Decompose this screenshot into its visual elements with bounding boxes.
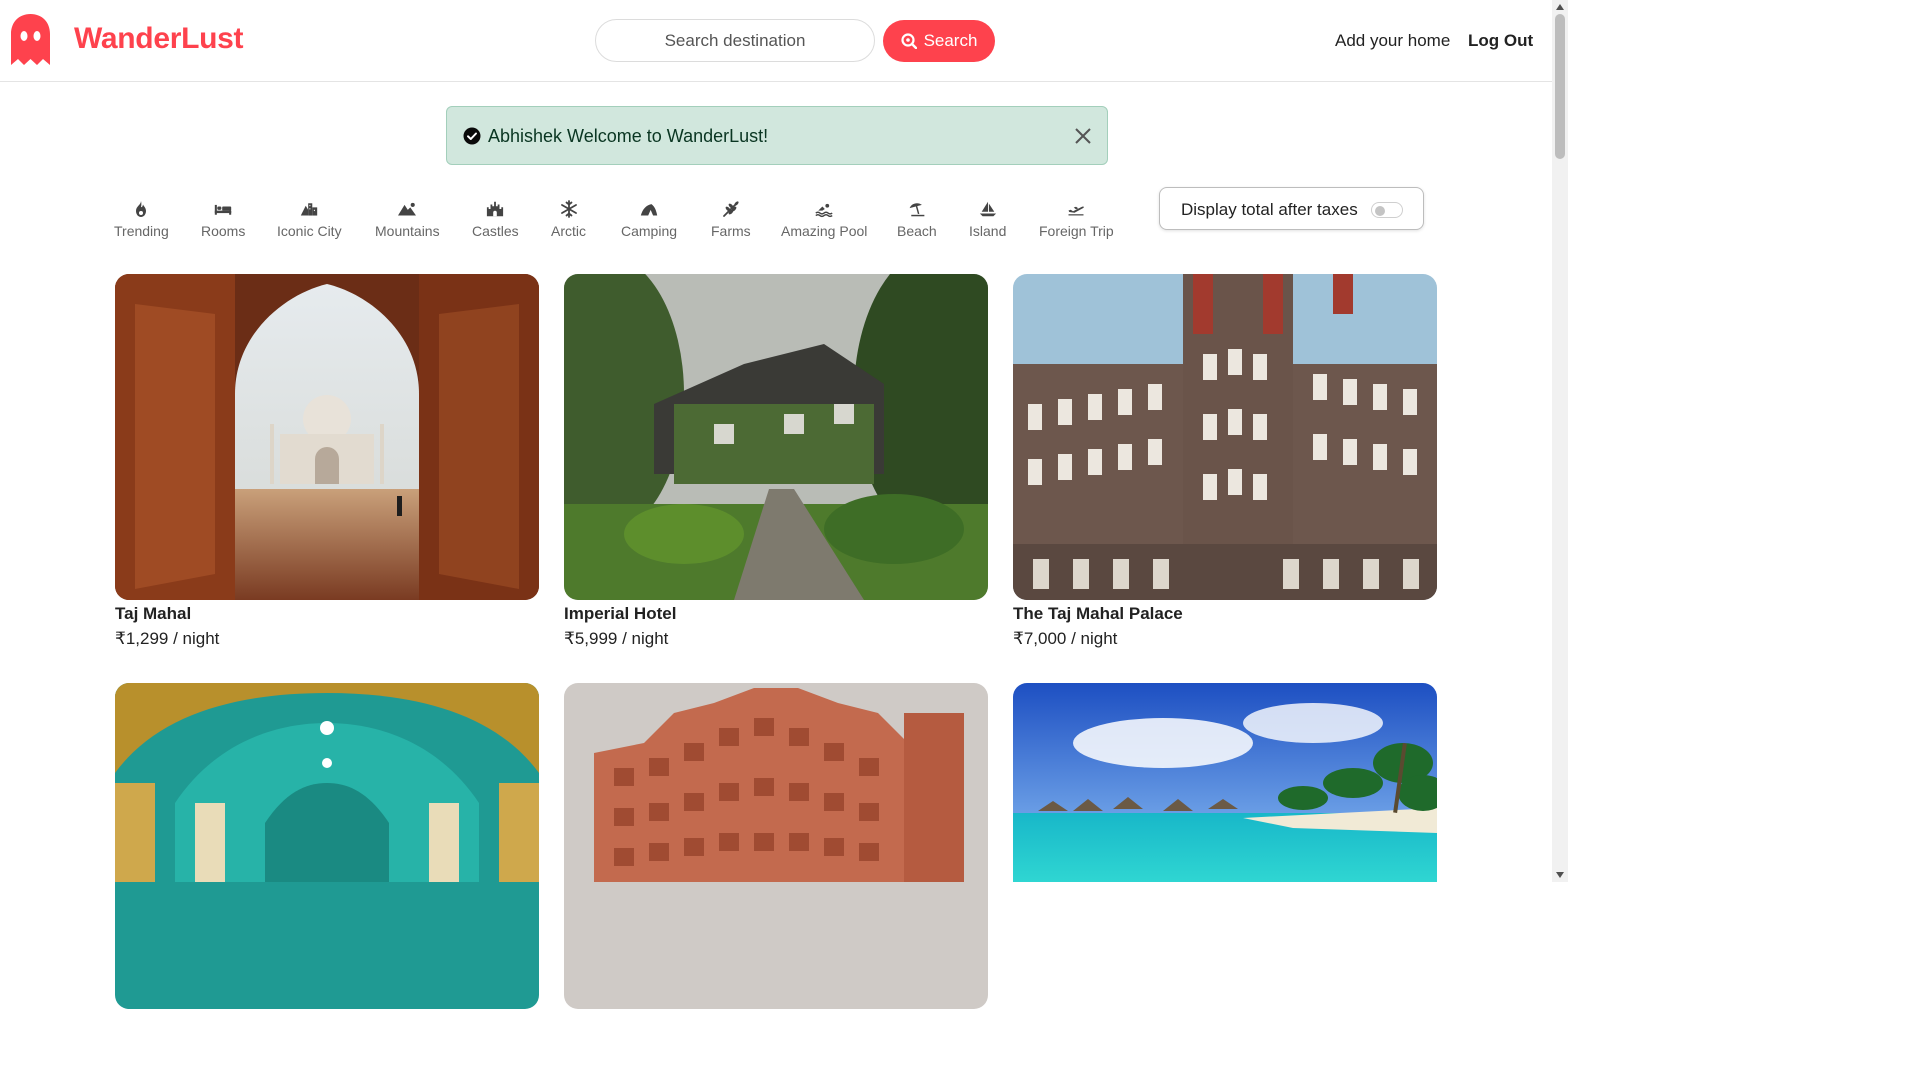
- brand-name[interactable]: WanderLust: [74, 22, 244, 56]
- switch-knob: [1375, 206, 1385, 216]
- taj-mahal-arch-image: [115, 274, 539, 600]
- listing-image[interactable]: [564, 683, 988, 1009]
- filter-beach[interactable]: Beach: [897, 200, 937, 239]
- plane-icon: [1068, 206, 1085, 216]
- filter-label: Foreign Trip: [1039, 223, 1114, 239]
- filter-label: Trending: [114, 223, 169, 239]
- filter-label: Arctic: [551, 223, 586, 239]
- filter-arctic[interactable]: Arctic: [551, 200, 586, 239]
- filter-label: Castles: [472, 223, 519, 239]
- listing-title: The Taj Mahal Palace: [1013, 604, 1183, 623]
- filter-label: Mountains: [375, 223, 440, 239]
- filter-island[interactable]: Island: [969, 200, 1006, 239]
- filter-camping[interactable]: Camping: [621, 200, 677, 239]
- filter-trending[interactable]: Trending: [114, 200, 169, 239]
- page-scrollbar[interactable]: [1552, 0, 1568, 882]
- palace-hall-image: [115, 683, 539, 1009]
- add-your-home-link[interactable]: Add your home: [1335, 31, 1450, 51]
- alert-message: Abhishek Welcome to WanderLust!: [488, 126, 769, 146]
- welcome-alert: Abhishek Welcome to WanderLust!: [446, 106, 1108, 165]
- filter-mountains[interactable]: Mountains: [375, 200, 440, 239]
- mountain-city-icon: [301, 203, 318, 216]
- logout-link[interactable]: Log Out: [1468, 31, 1533, 51]
- filter-castles[interactable]: Castles: [472, 200, 519, 239]
- listing-image[interactable]: [115, 274, 539, 600]
- listing-card[interactable]: Taj Mahal ₹1,299 / night: [115, 274, 539, 649]
- filter-label: Island: [969, 223, 1007, 239]
- scroll-up-arrow-icon[interactable]: [1556, 4, 1564, 10]
- navbar: WanderLust Search Add your home Log Out: [0, 0, 1552, 82]
- filter-label: Farms: [711, 223, 751, 239]
- hawa-mahal-image: [564, 683, 988, 1009]
- listing-card[interactable]: Imperial Hotel ₹5,999 / night: [564, 274, 988, 649]
- wheat-icon: [722, 201, 739, 217]
- filter-label: Iconic City: [277, 223, 342, 239]
- filter-amazing-pool[interactable]: Amazing Pool: [781, 200, 867, 239]
- filter-label: Amazing Pool: [781, 223, 868, 239]
- filter-label: Camping: [621, 223, 678, 239]
- tropical-island-image: [1013, 683, 1437, 882]
- listing-price: ₹5,999 / night: [564, 629, 669, 648]
- listing-card[interactable]: [1013, 683, 1437, 1009]
- tax-toggle-switch[interactable]: [1371, 202, 1403, 218]
- listing-card[interactable]: [564, 683, 988, 1009]
- search-input[interactable]: [595, 19, 875, 62]
- filter-foreign-trip[interactable]: Foreign Trip: [1039, 200, 1114, 239]
- filter-rooms[interactable]: Rooms: [201, 200, 245, 239]
- listing-title: Imperial Hotel: [564, 604, 677, 623]
- listing-title: Taj Mahal: [115, 604, 192, 623]
- check-circle-icon: [463, 127, 481, 145]
- listing-card[interactable]: [115, 683, 539, 1009]
- search-button[interactable]: Search: [883, 20, 995, 62]
- close-icon[interactable]: [1073, 126, 1093, 146]
- sailboat-icon: [979, 201, 996, 217]
- campground-icon: [640, 204, 658, 216]
- scroll-down-arrow-icon[interactable]: [1556, 872, 1564, 878]
- filter-label: Beach: [897, 223, 937, 239]
- listing-price: ₹7,000 / night: [1013, 629, 1118, 648]
- filter-farms[interactable]: Farms: [711, 200, 751, 239]
- imperial-hotel-image: [564, 274, 988, 600]
- umbrella-beach-icon: [909, 203, 925, 217]
- snowflake-icon: [560, 200, 577, 218]
- mountain-sun-icon: [398, 202, 417, 216]
- listing-card[interactable]: The Taj Mahal Palace ₹7,000 / night: [1013, 274, 1437, 649]
- fire-icon: [136, 201, 147, 217]
- search-button-label: Search: [923, 31, 978, 50]
- ghost-logo-icon[interactable]: [11, 14, 50, 65]
- tax-toggle-box: Display total after taxes: [1159, 187, 1424, 230]
- search-location-icon: [900, 33, 917, 49]
- listing-price: ₹1,299 / night: [115, 629, 220, 648]
- fort-icon: [487, 201, 504, 217]
- listing-image[interactable]: [115, 683, 539, 1009]
- filter-label: Rooms: [201, 223, 246, 239]
- bed-icon: [214, 204, 232, 215]
- listing-image[interactable]: [564, 274, 988, 600]
- person-swimming-icon: [815, 203, 833, 218]
- listing-image[interactable]: [1013, 274, 1437, 600]
- filter-iconic-city[interactable]: Iconic City: [277, 200, 342, 239]
- tax-toggle-label: Display total after taxes: [1181, 200, 1358, 219]
- listing-image[interactable]: [1013, 683, 1437, 1009]
- taj-mahal-palace-image: [1013, 274, 1437, 600]
- scrollbar-thumb[interactable]: [1555, 14, 1565, 159]
